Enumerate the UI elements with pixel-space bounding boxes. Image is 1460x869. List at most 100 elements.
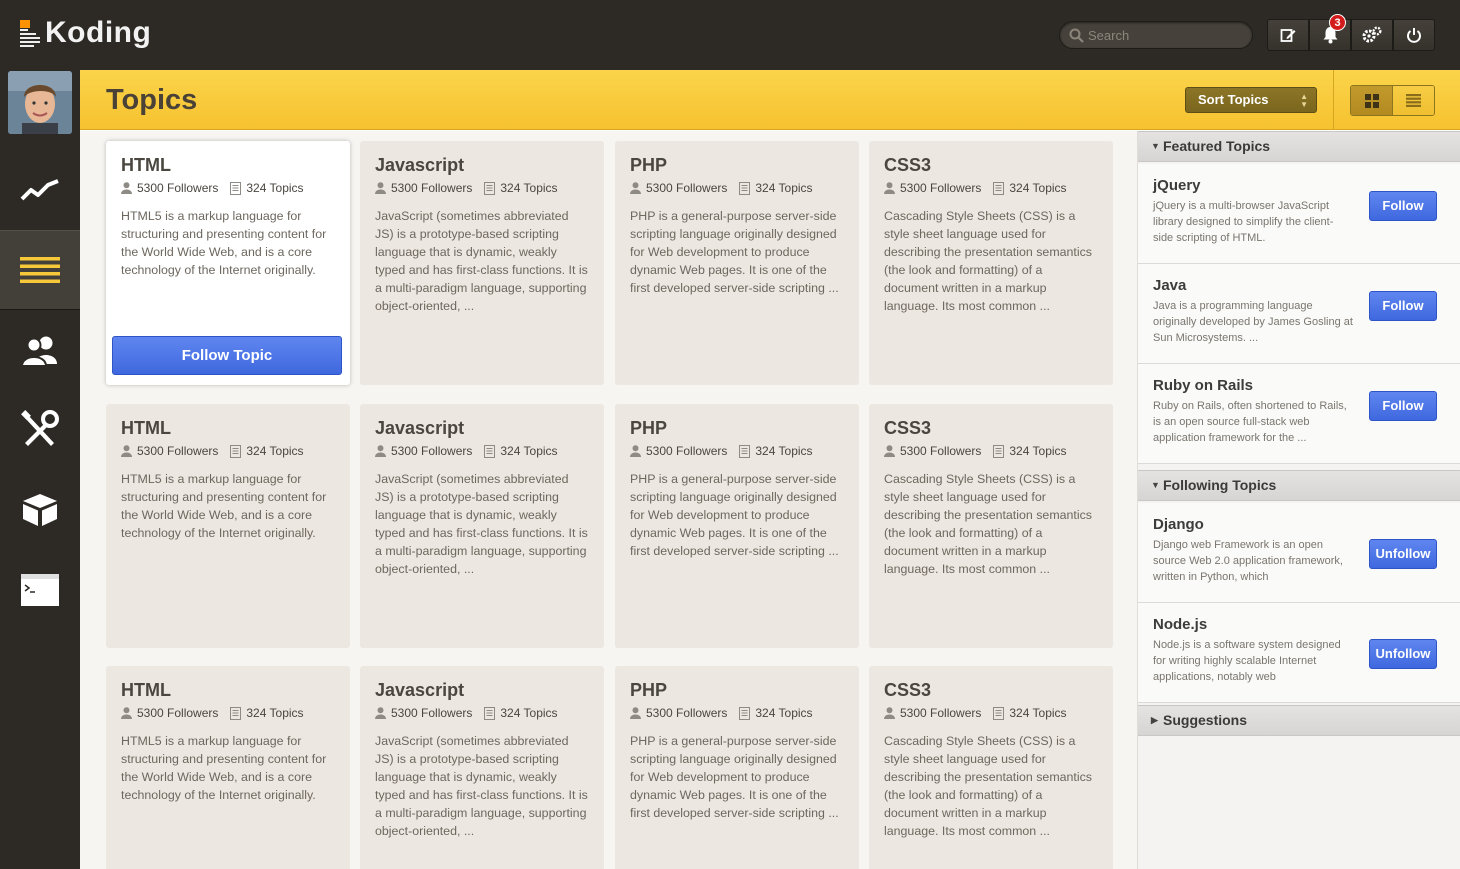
followers-count: 5300 Followers xyxy=(646,181,728,195)
topic-card[interactable]: CSS3 5300 Followers 324 Topics Cascading St… xyxy=(869,666,1113,869)
followers-count: 5300 Followers xyxy=(137,444,219,458)
sidebar xyxy=(0,70,80,869)
sidebar-item-develop[interactable] xyxy=(0,390,80,470)
sidebar-item-terminal[interactable] xyxy=(0,550,80,630)
right-panel: ▼ Featured Topics jQuery jQuery is a mult… xyxy=(1137,131,1460,869)
topics-document-icon xyxy=(993,444,1005,458)
topics-document-icon xyxy=(993,181,1005,195)
topic-meta: 5300 Followers 324 Topics xyxy=(375,444,589,458)
topic-meta: 5300 Followers 324 Topics xyxy=(375,181,589,195)
topics-count: 324 Topics xyxy=(500,444,558,458)
topic-item-description: Django web Framework is an open source W… xyxy=(1153,539,1343,583)
topic-card[interactable]: Javascript 5300 Followers 324 Topics JavaSc… xyxy=(360,666,604,869)
topic-title[interactable]: PHP xyxy=(630,680,844,701)
topics-document-icon xyxy=(484,706,496,720)
box-icon xyxy=(23,494,57,526)
search-box[interactable] xyxy=(1059,21,1253,49)
topic-item-title[interactable]: Node.js xyxy=(1153,616,1446,633)
follow-button[interactable]: Follow xyxy=(1369,391,1437,421)
followers-icon xyxy=(884,707,895,719)
topic-description: Cascading Style Sheets (CSS) is a style … xyxy=(884,734,1093,838)
compose-icon xyxy=(1280,29,1296,42)
members-icon xyxy=(20,336,57,366)
followers-count: 5300 Followers xyxy=(137,706,219,720)
followers-icon xyxy=(375,707,386,719)
grid-view-button[interactable] xyxy=(1351,86,1393,115)
topic-title[interactable]: CSS3 xyxy=(884,680,1098,701)
suggestions-header[interactable]: ▶ Suggestions xyxy=(1138,705,1460,736)
topic-card[interactable]: Javascript 5300 Followers 324 Topics JavaSc… xyxy=(360,404,604,648)
topic-title[interactable]: HTML xyxy=(121,680,335,701)
featured-topics-header[interactable]: ▼ Featured Topics xyxy=(1138,131,1460,162)
followers-icon xyxy=(630,707,641,719)
koding-logo[interactable]: Koding xyxy=(20,16,151,50)
avatar[interactable] xyxy=(8,71,72,134)
collapse-triangle-icon: ▼ xyxy=(1151,480,1160,490)
topic-card[interactable]: CSS3 5300 Followers 324 Topics Cascading St… xyxy=(869,141,1113,385)
topics-document-icon xyxy=(739,181,751,195)
topics-grid: HTML 5300 Followers 324 Topics HTML5 is a m… xyxy=(80,131,1137,869)
topic-title[interactable]: PHP xyxy=(630,418,844,439)
topic-description: Cascading Style Sheets (CSS) is a style … xyxy=(884,209,1093,313)
topics-document-icon xyxy=(993,706,1005,720)
topic-description: JavaScript (sometimes abbreviated JS) is… xyxy=(375,209,588,313)
topic-card[interactable]: PHP 5300 Followers 324 Topics PHP is a gene… xyxy=(615,666,859,869)
topic-title[interactable]: Javascript xyxy=(375,680,589,701)
sidebar-item-members[interactable] xyxy=(0,310,80,390)
topics-document-icon xyxy=(739,706,751,720)
topic-card[interactable]: PHP 5300 Followers 324 Topics PHP is a gene… xyxy=(615,141,859,385)
topic-card[interactable]: PHP 5300 Followers 324 Topics PHP is a gene… xyxy=(615,404,859,648)
main-area: Topics Sort Topics ▲ ▼ HTML 5300 Followers… xyxy=(80,70,1460,869)
sidebar-item-activity[interactable] xyxy=(0,150,80,230)
followers-count: 5300 Followers xyxy=(391,181,473,195)
topics-count: 324 Topics xyxy=(755,706,813,720)
followers-icon xyxy=(121,445,132,457)
topics-count: 324 Topics xyxy=(500,706,558,720)
follow-button[interactable]: Follow xyxy=(1369,191,1437,221)
followers-count: 5300 Followers xyxy=(646,444,728,458)
topic-title[interactable]: HTML xyxy=(121,418,335,439)
topics-document-icon xyxy=(230,181,242,195)
sidebar-item-topics[interactable] xyxy=(0,230,80,310)
terminal-icon xyxy=(21,574,59,606)
settings-button[interactable] xyxy=(1351,19,1393,51)
topic-list-item: jQuery jQuery is a multi-browser JavaScri… xyxy=(1138,164,1460,264)
topics-document-icon xyxy=(484,181,496,195)
tools-icon xyxy=(21,410,59,446)
unfollow-button[interactable]: Unfollow xyxy=(1369,639,1437,669)
following-topics-header[interactable]: ▼ Following Topics xyxy=(1138,470,1460,501)
topic-description: JavaScript (sometimes abbreviated JS) is… xyxy=(375,472,588,576)
search-input[interactable] xyxy=(1088,26,1238,44)
topic-title[interactable]: CSS3 xyxy=(884,418,1098,439)
select-arrows-icon: ▲ ▼ xyxy=(1300,92,1308,109)
sidebar-item-apps[interactable] xyxy=(0,470,80,550)
topic-meta: 5300 Followers 324 Topics xyxy=(630,181,844,195)
topic-title[interactable]: CSS3 xyxy=(884,155,1098,176)
topic-card[interactable]: HTML 5300 Followers 324 Topics HTML5 is a m… xyxy=(106,666,350,869)
topic-meta: 5300 Followers 324 Topics xyxy=(884,181,1098,195)
follow-topic-button[interactable]: Follow Topic xyxy=(112,336,342,375)
topic-card[interactable]: CSS3 5300 Followers 324 Topics Cascading St… xyxy=(869,404,1113,648)
compose-button[interactable] xyxy=(1267,19,1309,51)
follow-button[interactable]: Follow xyxy=(1369,291,1437,321)
topic-card[interactable]: Javascript 5300 Followers 324 Topics JavaSc… xyxy=(360,141,604,385)
topics-count: 324 Topics xyxy=(500,181,558,195)
logout-button[interactable] xyxy=(1393,19,1435,51)
topic-item-description: Java is a programming language originall… xyxy=(1153,300,1353,344)
sort-topics-select[interactable]: Sort Topics ▲ ▼ xyxy=(1185,87,1317,113)
topic-meta: 5300 Followers 324 Topics xyxy=(375,706,589,720)
topic-meta: 5300 Followers 324 Topics xyxy=(630,706,844,720)
list-view-button[interactable] xyxy=(1393,86,1434,115)
topic-title[interactable]: Javascript xyxy=(375,418,589,439)
topic-meta: 5300 Followers 324 Topics xyxy=(884,706,1098,720)
topics-document-icon xyxy=(484,444,496,458)
notifications-button[interactable]: 3 xyxy=(1309,14,1351,51)
topic-card[interactable]: HTML 5300 Followers 324 Topics HTML5 is a m… xyxy=(106,141,350,385)
topic-item-title[interactable]: Django xyxy=(1153,516,1446,533)
topic-title[interactable]: HTML xyxy=(121,155,335,176)
topic-title[interactable]: PHP xyxy=(630,155,844,176)
topics-count: 324 Topics xyxy=(755,181,813,195)
unfollow-button[interactable]: Unfollow xyxy=(1369,539,1437,569)
topic-card[interactable]: HTML 5300 Followers 324 Topics HTML5 is a m… xyxy=(106,404,350,648)
topic-title[interactable]: Javascript xyxy=(375,155,589,176)
